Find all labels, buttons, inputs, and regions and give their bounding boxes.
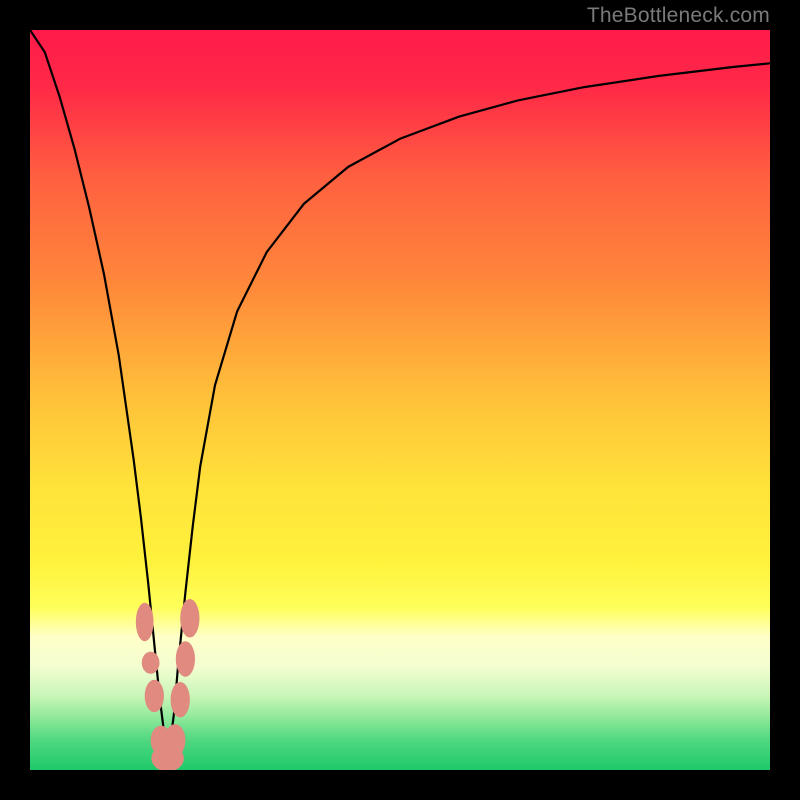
plot-background [30,30,770,770]
highlight-dot [165,724,186,757]
chart-frame: TheBottleneck.com [0,0,800,800]
highlight-dot [176,641,195,677]
highlight-dot [171,682,190,718]
watermark-text: TheBottleneck.com [587,4,770,28]
highlight-dot [180,599,199,637]
highlight-dot [142,652,160,674]
highlight-dot [136,603,154,641]
bottleneck-chart [30,30,770,770]
highlight-dot [145,680,164,713]
